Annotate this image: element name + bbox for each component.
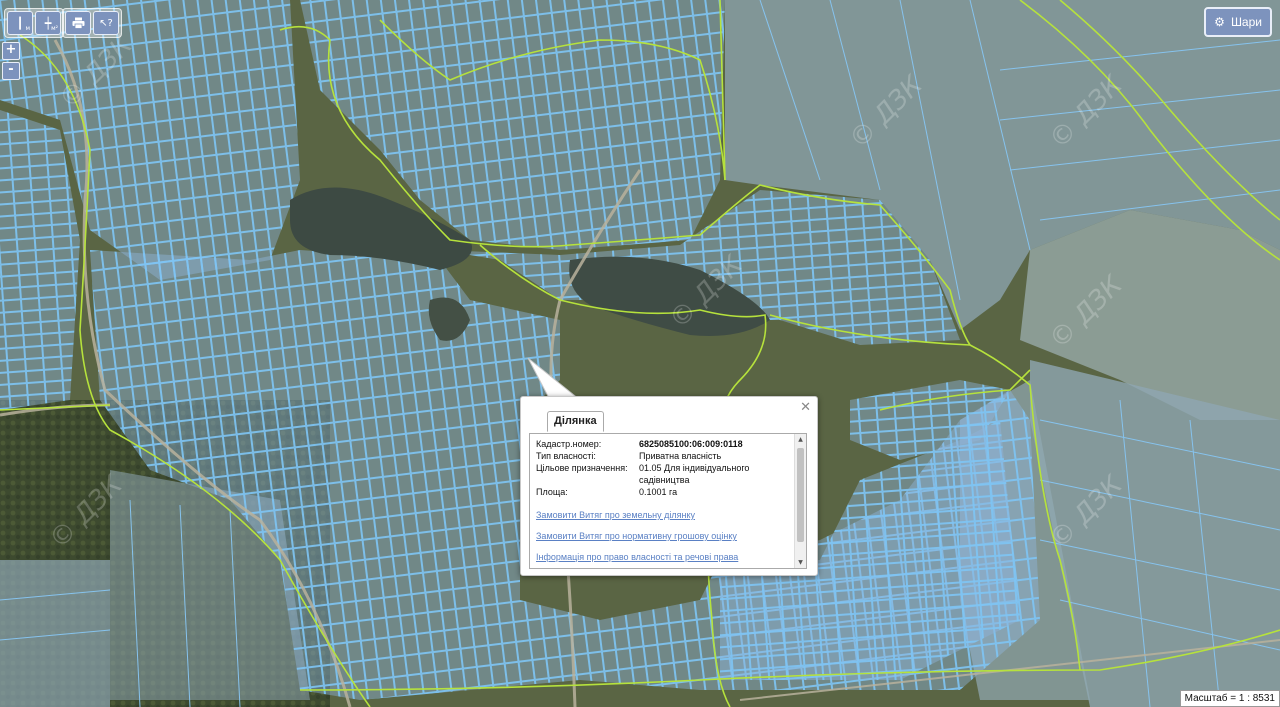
field-cadastral-number: Кадастр.номер: 6825085100:06:009:0118 <box>536 438 806 450</box>
field-key: Кадастр.номер: <box>536 439 602 449</box>
field-key: Цільове призначення: <box>536 463 628 473</box>
popup-content: Кадастр.номер: 6825085100:06:009:0118 Ти… <box>529 433 807 569</box>
popup-scrollbar[interactable]: ▲ ▼ <box>794 434 806 568</box>
field-value: 01.05 Для індивідуального садівництва <box>639 463 750 485</box>
identify-button[interactable]: ↖? <box>93 11 119 35</box>
field-value: 6825085100:06:009:0118 <box>639 439 743 449</box>
zoom-in-button[interactable]: + <box>2 42 20 60</box>
field-value: 0.1001 га <box>639 487 678 497</box>
layers-button-label: Шари <box>1230 15 1262 29</box>
satellite-map[interactable]: © ДЗК © ДЗК © ДЗК © ДЗК © ДЗК © ДЗК © ДЗ… <box>0 0 1280 707</box>
zoom-control: + - <box>2 42 20 80</box>
field-ownership-type: Тип власності: Приватна власність <box>536 450 806 462</box>
parcel-info-popup: ✕ Ділянка Кадастр.номер: 6825085100:06:0… <box>520 396 818 576</box>
measure-length-button[interactable]: ┃ м <box>7 11 33 35</box>
scroll-down-icon[interactable]: ▼ <box>796 558 805 567</box>
measure-area-button[interactable]: ┿ м² <box>35 11 61 35</box>
identify-question-icon: ↖? <box>99 17 113 29</box>
print-button[interactable] <box>65 11 91 35</box>
zoom-out-button[interactable]: - <box>2 62 20 80</box>
tab-parcel[interactable]: Ділянка <box>547 411 604 432</box>
field-area: Площа: 0.1001 га <box>536 486 806 498</box>
scroll-thumb[interactable] <box>797 448 804 542</box>
close-icon[interactable]: ✕ <box>800 400 811 415</box>
field-value: Приватна власність <box>639 451 722 461</box>
ownership-info-link[interactable]: Інформація про право власності та речові… <box>536 552 806 562</box>
layers-button[interactable]: ⚙ Шари <box>1204 7 1272 37</box>
field-purpose: Цільове призначення: 01.05 Для індивідуа… <box>536 462 806 485</box>
map-scale: Масштаб = 1 : 8531 <box>1179 690 1280 707</box>
order-valuation-link[interactable]: Замовити Витяг про нормативну грошову оц… <box>536 531 806 541</box>
measure-toolbar: ┃ м ┿ м² <box>4 8 64 38</box>
order-extract-link[interactable]: Замовити Витяг про земельну ділянку <box>536 510 806 520</box>
scroll-up-icon[interactable]: ▲ <box>796 435 805 444</box>
tools-toolbar: ↖? <box>62 8 122 38</box>
gear-icon: ⚙ <box>1214 15 1225 29</box>
ruler-m-icon: ┃ <box>16 16 24 30</box>
field-key: Тип власності: <box>536 451 596 461</box>
field-key: Площа: <box>536 487 568 497</box>
print-icon <box>72 17 84 29</box>
